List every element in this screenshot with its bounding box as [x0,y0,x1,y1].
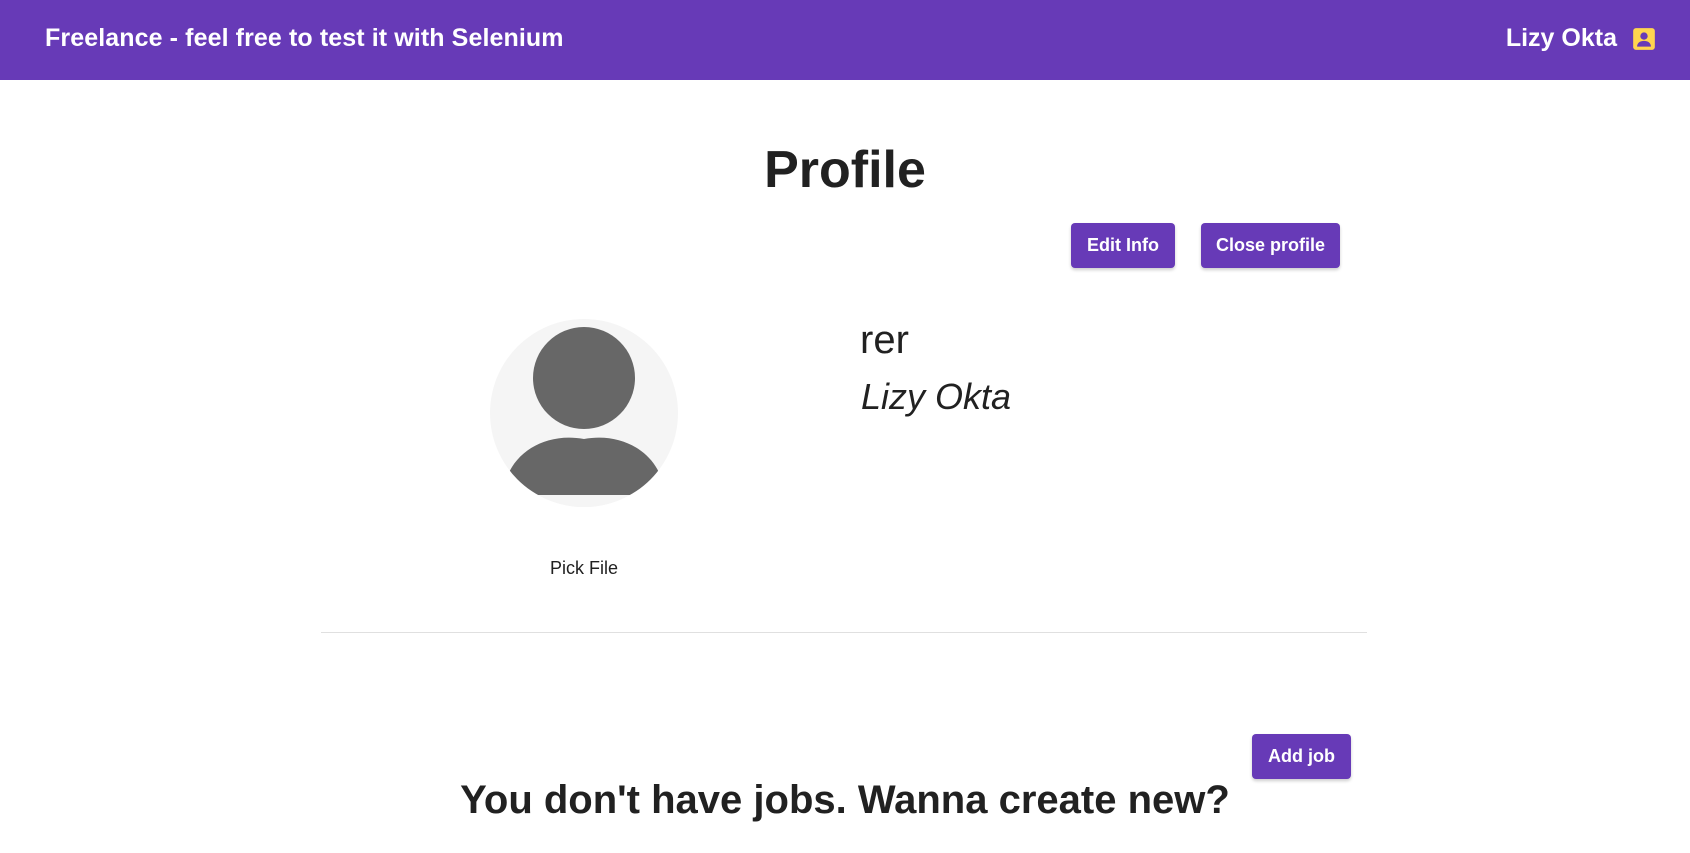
section-divider [321,632,1367,633]
user-menu[interactable]: Lizy Okta [1506,24,1657,53]
edit-info-button[interactable]: Edit Info [1071,223,1175,268]
default-avatar-icon [490,319,678,507]
close-profile-button[interactable]: Close profile [1201,223,1340,268]
profile-username: rer [860,318,909,362]
app-title[interactable]: Freelance - feel free to test it with Se… [45,24,564,53]
account-box-icon[interactable] [1631,26,1657,52]
add-job-button[interactable]: Add job [1252,734,1351,779]
page-title: Profile [764,141,926,199]
pick-file-button[interactable]: Pick File [510,558,658,579]
profile-full-name: Lizy Okta [861,376,1012,417]
user-name[interactable]: Lizy Okta [1506,24,1617,53]
top-toolbar: Freelance - feel free to test it with Se… [0,0,1690,80]
empty-jobs-message: You don't have jobs. Wanna create new? [460,778,1230,822]
